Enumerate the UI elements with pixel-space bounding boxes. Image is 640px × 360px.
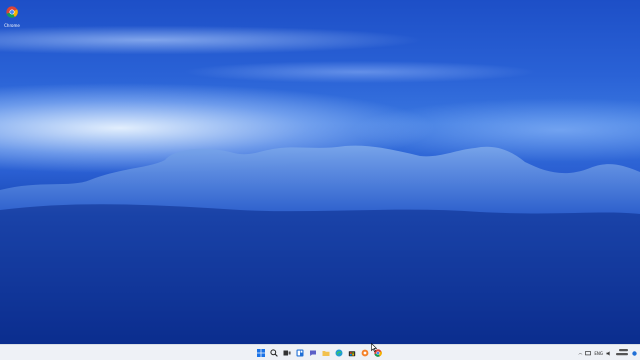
app-orange-button[interactable] [360, 347, 369, 358]
chat-button[interactable] [308, 347, 317, 358]
network-icon[interactable] [585, 350, 592, 356]
task-view-icon [283, 350, 291, 355]
store-button[interactable] [347, 347, 356, 358]
clock[interactable] [615, 348, 629, 358]
search-button[interactable] [269, 347, 278, 358]
chrome-icon [6, 6, 18, 18]
start-button[interactable] [256, 347, 265, 358]
mouse-cursor-icon [371, 343, 377, 352]
desktop-icon-label: Chrome [4, 23, 20, 28]
volume-icon[interactable] [606, 350, 612, 356]
cloud-layer [0, 145, 640, 344]
windows-logo-icon [256, 348, 265, 357]
app-icon [361, 349, 368, 356]
edge-button[interactable] [334, 347, 343, 358]
language-indicator[interactable]: ENG [594, 351, 603, 356]
chat-icon [309, 350, 316, 356]
widgets-button[interactable] [295, 347, 304, 358]
chevron-up-icon[interactable]: ︿ [578, 350, 582, 356]
desktop-icon-chrome[interactable]: Chrome [3, 3, 21, 28]
file-explorer-button[interactable] [321, 347, 330, 358]
widgets-icon [296, 349, 303, 356]
system-tray: ︿ ENG [578, 347, 637, 359]
search-icon [269, 348, 278, 357]
clock-text-blur [616, 348, 628, 356]
store-icon [348, 350, 355, 356]
notification-icon[interactable] [632, 350, 637, 356]
folder-icon [322, 350, 329, 356]
edge-icon [335, 349, 342, 356]
taskbar: ︿ ENG [0, 344, 640, 360]
desktop-wallpaper [0, 0, 640, 344]
task-view-button[interactable] [282, 347, 291, 358]
taskbar-apps [256, 347, 382, 359]
